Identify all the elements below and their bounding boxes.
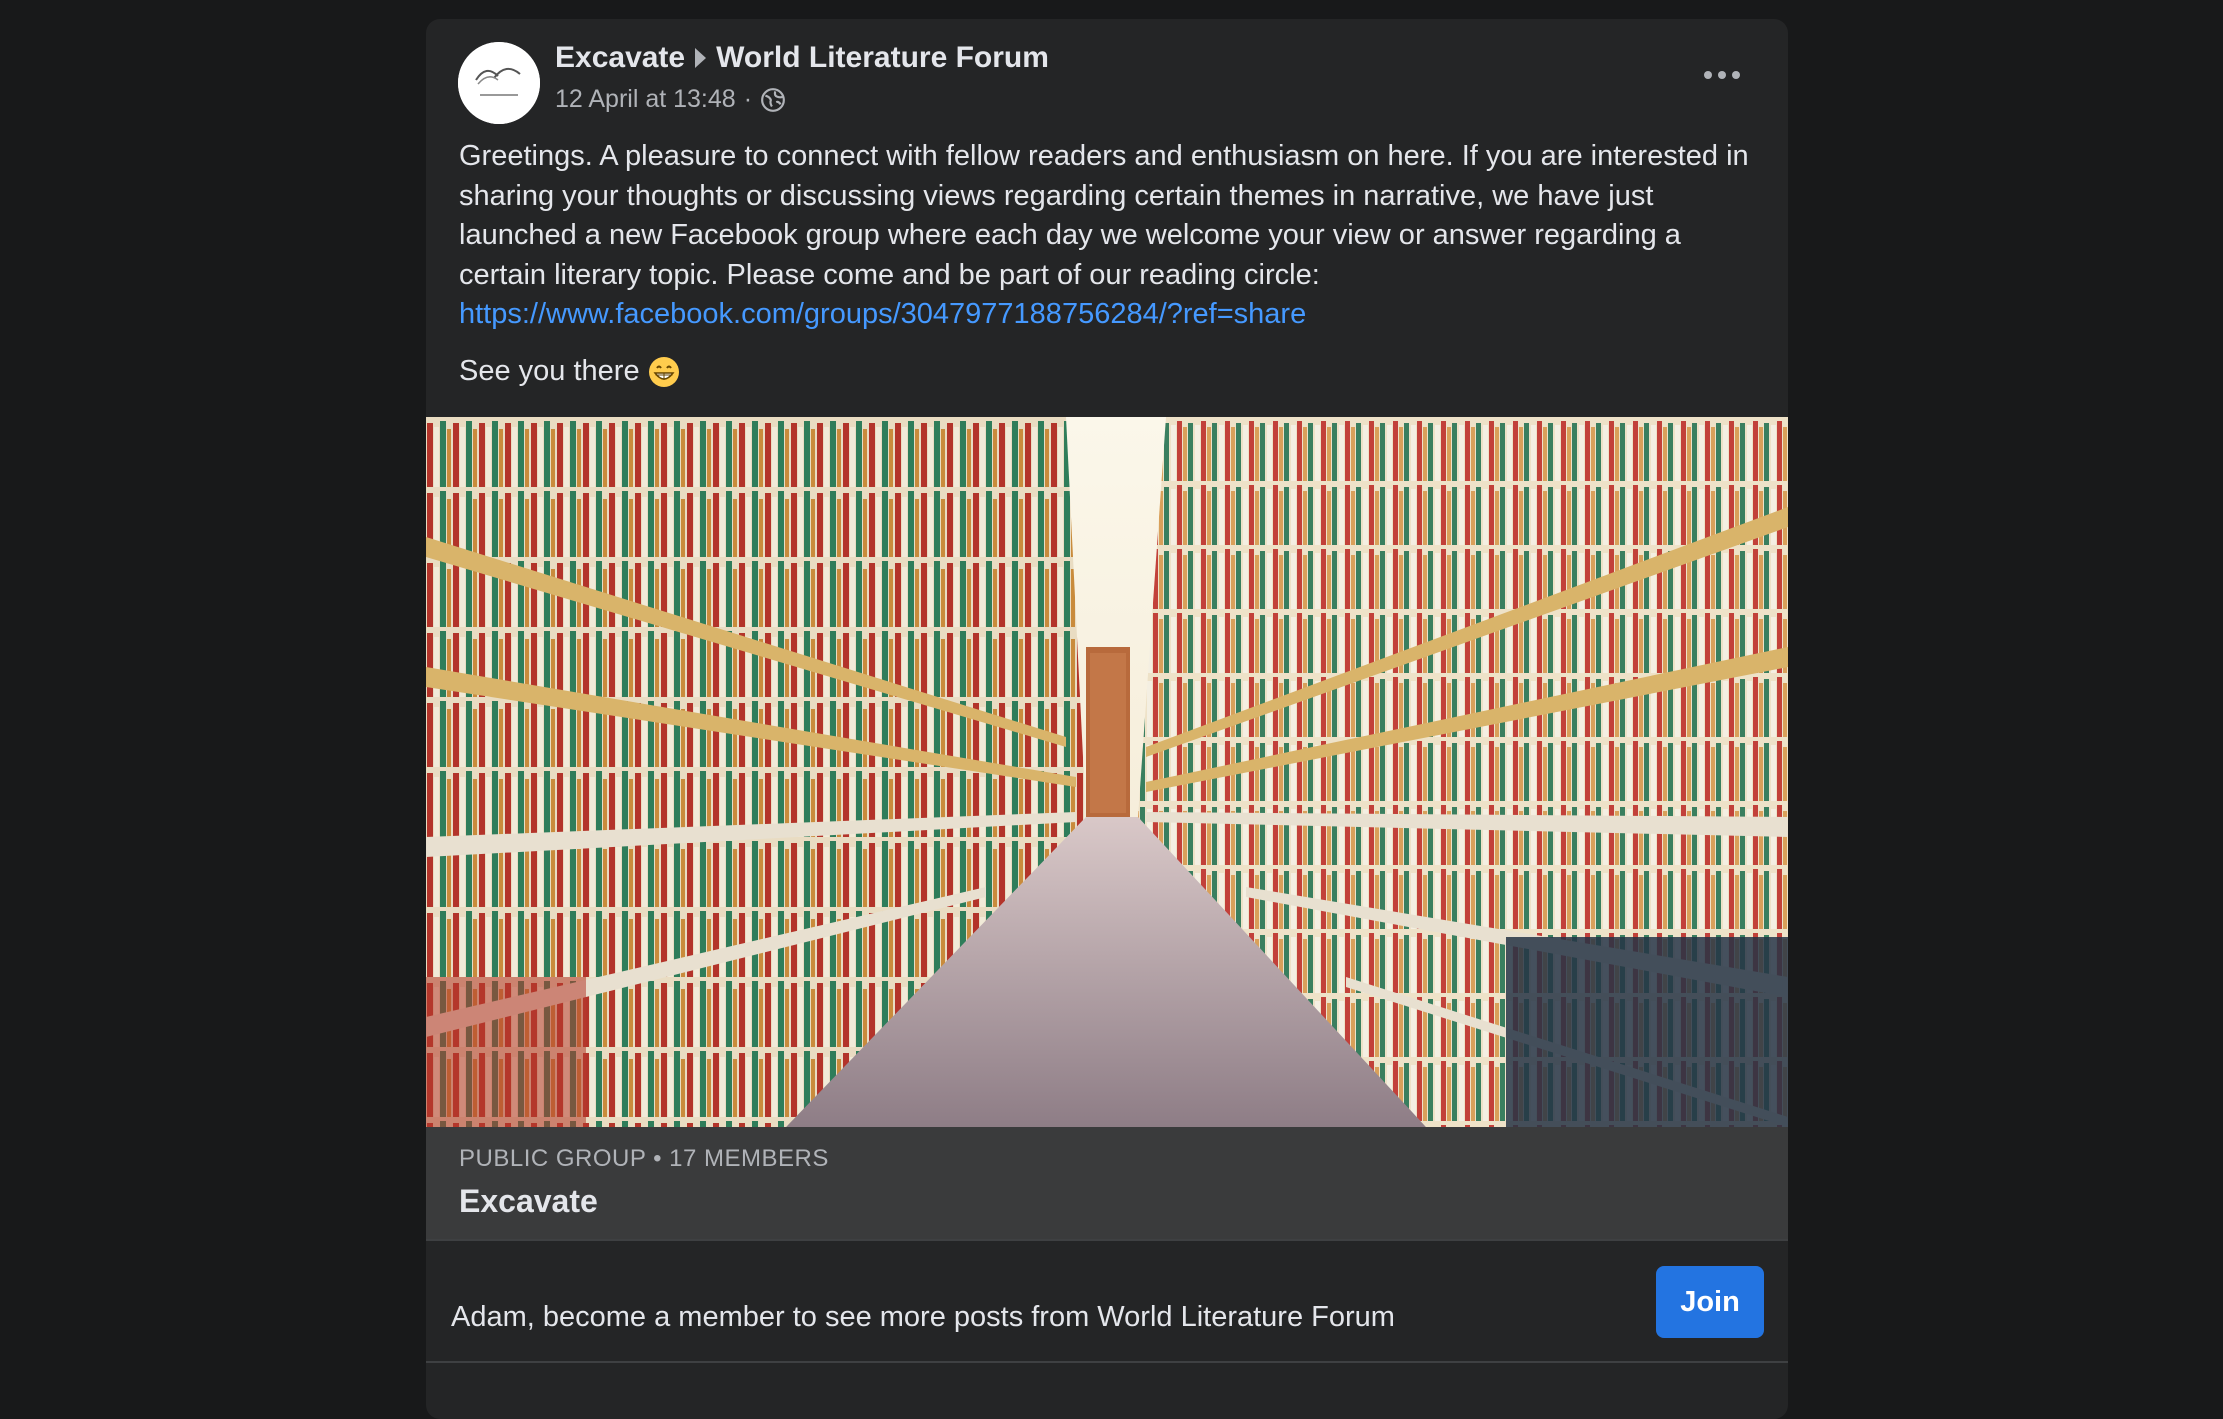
dot bbox=[1718, 71, 1726, 79]
post-closing-text: See you there bbox=[459, 355, 640, 387]
join-button[interactable]: Join bbox=[1656, 1266, 1764, 1338]
post-timestamp[interactable]: 12 April at 13:48 bbox=[555, 85, 736, 114]
divider bbox=[426, 1361, 1788, 1363]
post-meta: 12 April at 13:48 · bbox=[555, 85, 786, 114]
link-preview-title[interactable]: Excavate bbox=[459, 1183, 598, 1220]
link-preview-card[interactable] bbox=[426, 1127, 1788, 1239]
post-body-text: Greetings. A pleasure to connect with fe… bbox=[459, 140, 1749, 291]
library-aisle-image[interactable] bbox=[426, 417, 1788, 1127]
library-aisle-illustration bbox=[426, 417, 1788, 1127]
post-body: Greetings. A pleasure to connect with fe… bbox=[459, 137, 1759, 335]
arrow-right-icon bbox=[695, 48, 707, 68]
group-name-link[interactable]: Excavate bbox=[555, 41, 685, 75]
post-header-title: Excavate World Literature Forum bbox=[555, 41, 1049, 75]
meta-separator: · bbox=[743, 85, 753, 113]
forum-name-link[interactable]: World Literature Forum bbox=[716, 41, 1049, 75]
grinning-face-emoji-icon bbox=[648, 356, 679, 387]
dot bbox=[1732, 71, 1740, 79]
post-card: Excavate World Literature Forum 12 April… bbox=[426, 19, 1788, 1419]
excavate-logo-icon bbox=[458, 42, 540, 124]
dot bbox=[1704, 71, 1712, 79]
more-options-icon[interactable] bbox=[1704, 71, 1740, 79]
group-share-link[interactable]: https://www.facebook.com/groups/30479771… bbox=[459, 298, 1306, 330]
group-avatar[interactable] bbox=[458, 42, 540, 124]
membership-prompt: Adam, become a member to see more posts … bbox=[451, 1301, 1395, 1333]
globe-icon bbox=[761, 87, 785, 112]
link-preview-meta: PUBLIC GROUP • 17 MEMBERS bbox=[459, 1145, 829, 1172]
post-closing: See you there bbox=[459, 355, 680, 388]
divider bbox=[426, 1239, 1788, 1241]
